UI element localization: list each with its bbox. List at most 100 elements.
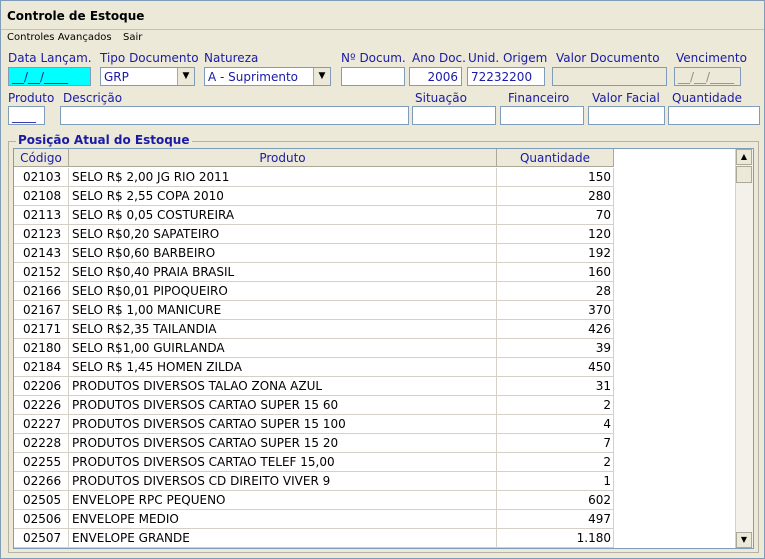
label-valor-documento: Valor Documento (556, 51, 660, 65)
cell-codigo: 02228 (14, 434, 69, 453)
cell-codigo: 02167 (14, 301, 69, 320)
label-ano-documento: Ano Doc. (412, 51, 466, 65)
table-row[interactable]: 02184 SELO R$ 1,45 HOMEN ZILDA 450 (14, 358, 614, 377)
cell-quantidade: 4 (497, 415, 614, 434)
stock-grid[interactable]: Código Produto Quantidade 02103 SELO R$ 2… (13, 148, 754, 549)
scrollbar-thumb[interactable] (736, 166, 752, 183)
cell-quantidade: 39 (497, 339, 614, 358)
table-row[interactable]: 02166 SELO R$0,01 PIPOQUEIRO 28 (14, 282, 614, 301)
cell-codigo: 02143 (14, 244, 69, 263)
produto-field[interactable]: ____ (8, 106, 45, 125)
cell-produto: ENVELOPE MEDIO (69, 510, 497, 529)
cell-quantidade: 7 (497, 434, 614, 453)
cell-quantidade: 28 (497, 282, 614, 301)
cell-codigo: 02206 (14, 377, 69, 396)
cell-codigo: 02103 (14, 168, 69, 187)
label-data-lancamento: Data Lançam. (8, 51, 92, 65)
tipo-documento-select[interactable]: GRP ▼ (100, 67, 195, 86)
main-window: Controle de Estoque Controles Avançados … (0, 0, 765, 559)
chevron-down-icon[interactable]: ▼ (313, 68, 330, 85)
cell-quantidade: 497 (497, 510, 614, 529)
cell-produto: PRODUTOS DIVERSOS CARTAO SUPER 15 60 (69, 396, 497, 415)
cell-quantidade: 1.180 (497, 529, 614, 548)
column-header-produto[interactable]: Produto (69, 149, 497, 167)
cell-produto: SELO R$2,35 TAILANDIA (69, 320, 497, 339)
cell-quantidade: 602 (497, 491, 614, 510)
table-row[interactable]: 02505 ENVELOPE RPC PEQUENO 602 (14, 491, 614, 510)
cell-produto: PRODUTOS DIVERSOS TALAO ZONA AZUL (69, 377, 497, 396)
table-row[interactable]: 02123 SELO R$0,20 SAPATEIRO 120 (14, 225, 614, 244)
natureza-value: A - Suprimento (208, 70, 298, 84)
table-row[interactable]: 02226 PRODUTOS DIVERSOS CARTAO SUPER 15 6… (14, 396, 614, 415)
column-header-codigo[interactable]: Código (14, 149, 69, 167)
arrow-up-icon[interactable]: ▲ (736, 149, 752, 165)
label-vencimento: Vencimento (676, 51, 747, 65)
cell-produto: SELO R$1,00 GUIRLANDA (69, 339, 497, 358)
table-row[interactable]: 02143 SELO R$0,60 BARBEIRO 192 (14, 244, 614, 263)
cell-codigo: 02226 (14, 396, 69, 415)
table-row[interactable]: 02108 SELO R$ 2,55 COPA 2010 280 (14, 187, 614, 206)
cell-quantidade: 2 (497, 453, 614, 472)
label-situacao: Situação (415, 91, 467, 105)
table-row[interactable]: 02113 SELO R$ 0,05 COSTUREIRA 70 (14, 206, 614, 225)
cell-codigo: 02505 (14, 491, 69, 510)
cell-produto: PRODUTOS DIVERSOS CD DIREITO VIVER 9 (69, 472, 497, 491)
cell-codigo: 02227 (14, 415, 69, 434)
unid-origem-field[interactable]: 72232200 (467, 67, 545, 86)
cell-quantidade: 160 (497, 263, 614, 282)
data-lancamento-field[interactable]: __/__/____ (8, 67, 91, 86)
ano-documento-field[interactable]: 2006 (409, 67, 462, 86)
chevron-down-icon[interactable]: ▼ (177, 68, 194, 85)
cell-codigo: 02113 (14, 206, 69, 225)
descricao-field[interactable] (60, 106, 409, 125)
table-row[interactable]: 02228 PRODUTOS DIVERSOS CARTAO SUPER 15 2… (14, 434, 614, 453)
table-row[interactable]: 02167 SELO R$ 1,00 MANICURE 370 (14, 301, 614, 320)
label-valor-facial: Valor Facial (592, 91, 660, 105)
menu-sair[interactable]: Sair (123, 32, 142, 43)
cell-quantidade: 2 (497, 396, 614, 415)
cell-codigo: 02171 (14, 320, 69, 339)
vertical-scrollbar[interactable]: ▲ ▼ (735, 149, 753, 548)
table-row[interactable]: 02206 PRODUTOS DIVERSOS TALAO ZONA AZUL 31 (14, 377, 614, 396)
label-produto: Produto (8, 91, 55, 105)
cell-quantidade: 370 (497, 301, 614, 320)
table-row[interactable]: 02180 SELO R$1,00 GUIRLANDA 39 (14, 339, 614, 358)
cell-produto: PRODUTOS DIVERSOS CARTAO TELEF 15,00 (69, 453, 497, 472)
cell-codigo: 02255 (14, 453, 69, 472)
label-tipo-documento: Tipo Documento (100, 51, 199, 65)
situacao-field[interactable] (412, 106, 496, 125)
table-row[interactable]: 02506 ENVELOPE MEDIO 497 (14, 510, 614, 529)
cell-produto: ENVELOPE GRANDE (69, 529, 497, 548)
table-row[interactable]: 02171 SELO R$2,35 TAILANDIA 426 (14, 320, 614, 339)
quantidade-field[interactable] (668, 106, 760, 125)
valor-facial-field[interactable] (588, 106, 665, 125)
table-row[interactable]: 02266 PRODUTOS DIVERSOS CD DIREITO VIVER … (14, 472, 614, 491)
table-row[interactable]: 02507 ENVELOPE GRANDE 1.180 (14, 529, 614, 548)
table-row[interactable]: 02152 SELO R$0,40 PRAIA BRASIL 160 (14, 263, 614, 282)
label-natureza: Natureza (204, 51, 259, 65)
menu-controles-avancados[interactable]: Controles Avançados (7, 32, 112, 43)
arrow-down-icon[interactable]: ▼ (736, 532, 752, 548)
tipo-documento-value: GRP (104, 70, 129, 84)
financeiro-field[interactable] (500, 106, 584, 125)
window-title: Controle de Estoque (7, 9, 145, 23)
num-documento-field[interactable] (341, 67, 405, 86)
cell-produto: ENVELOPE RPC PEQUENO (69, 491, 497, 510)
cell-produto: SELO R$0,01 PIPOQUEIRO (69, 282, 497, 301)
natureza-select[interactable]: A - Suprimento ▼ (204, 67, 331, 86)
cell-produto: SELO R$ 2,00 JG RIO 2011 (69, 168, 497, 187)
table-row[interactable]: 02103 SELO R$ 2,00 JG RIO 2011 150 (14, 168, 614, 187)
column-header-quantidade[interactable]: Quantidade (497, 149, 614, 167)
cell-codigo: 02180 (14, 339, 69, 358)
cell-quantidade: 31 (497, 377, 614, 396)
cell-produto: SELO R$0,40 PRAIA BRASIL (69, 263, 497, 282)
table-row[interactable]: 02255 PRODUTOS DIVERSOS CARTAO TELEF 15,0… (14, 453, 614, 472)
cell-quantidade: 450 (497, 358, 614, 377)
cell-codigo: 02266 (14, 472, 69, 491)
cell-produto: SELO R$ 2,55 COPA 2010 (69, 187, 497, 206)
cell-quantidade: 120 (497, 225, 614, 244)
cell-produto: PRODUTOS DIVERSOS CARTAO SUPER 15 100 (69, 415, 497, 434)
label-descricao: Descrição (63, 91, 123, 105)
table-row[interactable]: 02227 PRODUTOS DIVERSOS CARTAO SUPER 15 1… (14, 415, 614, 434)
cell-codigo: 02506 (14, 510, 69, 529)
